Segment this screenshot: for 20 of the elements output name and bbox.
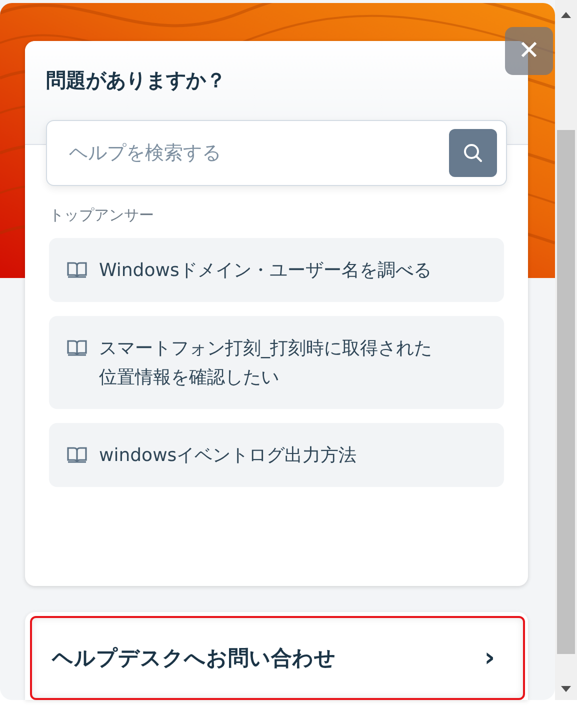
answer-title: windowsイベントログ出力方法 — [99, 444, 357, 468]
book-icon — [67, 339, 87, 357]
answer-title: Windowsドメイン・ユーザー名を調べる — [99, 259, 432, 283]
search-field[interactable]: ヘルプを検索する — [67, 141, 449, 165]
search-icon — [462, 142, 484, 164]
search-bar[interactable]: ヘルプを検索する — [46, 120, 507, 186]
answer-item[interactable]: スマートフォン打刻_打刻時に取得された位置情報を確認したい — [49, 316, 504, 409]
book-icon — [67, 261, 87, 279]
search-button[interactable] — [449, 129, 497, 177]
scroll-down-icon[interactable] — [560, 684, 572, 694]
close-button[interactable]: ✕ — [505, 27, 553, 75]
scroll-up-icon[interactable] — [560, 10, 572, 20]
scrollbar[interactable] — [555, 0, 577, 700]
contact-helpdesk-button[interactable]: ヘルプデスクへお問い合わせ › — [30, 616, 525, 700]
answer-item[interactable]: Windowsドメイン・ユーザー名を調べる — [49, 238, 504, 302]
answer-title: スマートフォン打刻_打刻時に取得された位置情報を確認したい — [99, 337, 433, 390]
answer-item[interactable]: windowsイベントログ出力方法 — [49, 423, 504, 487]
section-label: トップアンサー — [49, 206, 155, 225]
book-icon — [67, 446, 87, 464]
dialog-title: 問題がありますか？ — [46, 67, 227, 94]
